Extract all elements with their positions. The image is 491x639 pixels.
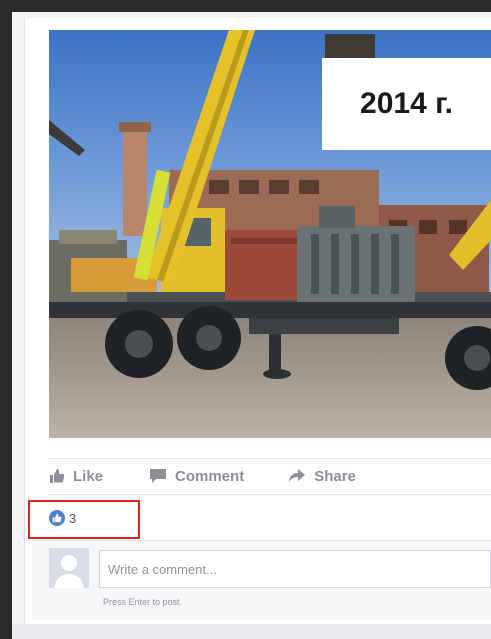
comment-input[interactable]	[99, 550, 491, 588]
photo-caption: 2014 г.	[322, 58, 491, 150]
post-action-bar: Like Comment Share	[49, 458, 491, 493]
press-enter-hint: Press Enter to post.	[103, 597, 183, 607]
share-label: Share	[314, 467, 356, 485]
speech-bubble-icon	[149, 468, 167, 484]
thumbs-up-icon	[49, 468, 65, 484]
bottom-strip	[12, 624, 491, 639]
reaction-highlight-box	[28, 500, 140, 539]
comment-label: Comment	[175, 467, 245, 485]
share-button[interactable]: Share	[288, 468, 356, 485]
share-arrow-icon	[288, 468, 306, 484]
like-label: Like	[73, 467, 104, 485]
default-avatar-icon	[49, 548, 89, 588]
comment-button[interactable]: Comment	[149, 468, 244, 485]
like-button[interactable]: Like	[49, 468, 103, 485]
reactions-divider	[49, 494, 491, 495]
